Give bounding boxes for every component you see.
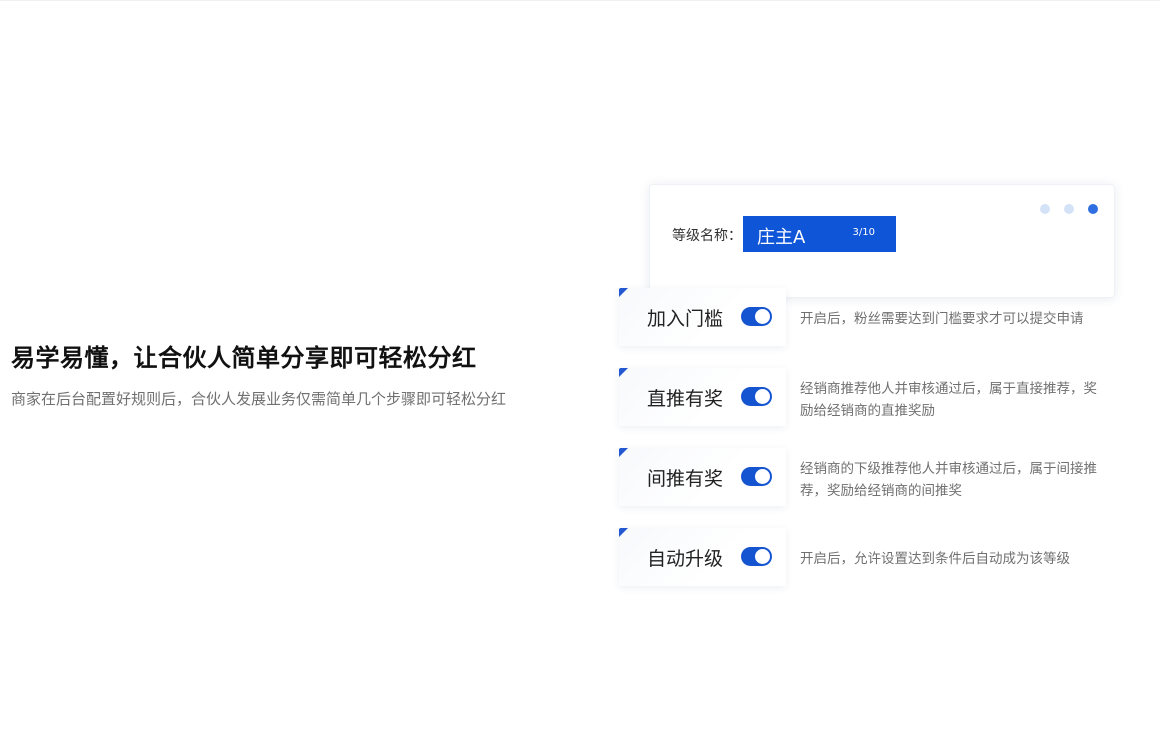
feature-row-auto-upgrade: 自动升级 开启后，允许设置达到条件后自动成为该等级 xyxy=(619,528,1109,590)
join-threshold-toggle[interactable] xyxy=(741,307,772,326)
pager-dot-active[interactable] xyxy=(1088,204,1098,214)
feature-row-direct-reward: 直推有奖 经销商推荐他人并审核通过后，属于直接推荐，奖励给经销商的直推奖励 xyxy=(619,368,1109,430)
feature-row-indirect-reward: 间推有奖 经销商的下级推荐他人并审核通过后，属于间接推荐，奖励给经销商的间推奖 xyxy=(619,448,1109,510)
corner-accent-icon xyxy=(619,368,628,377)
toggle-knob xyxy=(755,469,770,484)
toggle-knob xyxy=(755,549,770,564)
feature-chip: 直推有奖 xyxy=(619,368,786,426)
indirect-reward-toggle[interactable] xyxy=(741,467,772,486)
feature-description: 开启后，允许设置达到条件后自动成为该等级 xyxy=(800,551,1070,567)
char-counter: 3/10 xyxy=(852,227,875,238)
toggle-knob xyxy=(755,309,770,324)
corner-accent-icon xyxy=(619,448,628,457)
feature-label: 自动升级 xyxy=(647,548,724,570)
direct-reward-toggle[interactable] xyxy=(741,387,772,406)
auto-upgrade-toggle[interactable] xyxy=(741,547,772,566)
level-name-value: 庄主A xyxy=(757,227,806,248)
pager-dot[interactable] xyxy=(1040,204,1050,214)
feature-label: 间推有奖 xyxy=(647,468,724,490)
feature-chip: 间推有奖 xyxy=(619,448,786,506)
page: 易学易懂，让合伙人简单分享即可轻松分红 商家在后台配置好规则后，合伙人发展业务仅… xyxy=(0,0,1160,750)
level-name-input[interactable]: 庄主A 3/10 xyxy=(743,216,896,252)
feature-description: 开启后，粉丝需要达到门槛要求才可以提交申请 xyxy=(800,311,1084,327)
level-name-card: 等级名称： 庄主A 3/10 xyxy=(649,184,1115,298)
feature-description: 经销商推荐他人并审核通过后，属于直接推荐，奖励给经销商的直推奖励 xyxy=(800,381,1097,419)
page-headline: 易学易懂，让合伙人简单分享即可轻松分红 xyxy=(11,344,477,372)
feature-row-join-threshold: 加入门槛 开启后，粉丝需要达到门槛要求才可以提交申请 xyxy=(619,288,1109,350)
corner-accent-icon xyxy=(619,528,628,537)
pager-dot[interactable] xyxy=(1064,204,1074,214)
feature-chip: 自动升级 xyxy=(619,528,786,586)
level-name-label: 等级名称： xyxy=(672,228,742,244)
feature-description: 经销商的下级推荐他人并审核通过后，属于间接推荐，奖励给经销商的间推奖 xyxy=(800,461,1097,499)
toggle-knob xyxy=(755,389,770,404)
corner-accent-icon xyxy=(619,288,628,297)
feature-chip: 加入门槛 xyxy=(619,288,786,346)
feature-label: 直推有奖 xyxy=(647,388,724,410)
page-subheadline: 商家在后台配置好规则后，合伙人发展业务仅需简单几个步骤即可轻松分红 xyxy=(11,390,507,408)
top-divider xyxy=(0,0,1160,1)
feature-label: 加入门槛 xyxy=(647,308,724,330)
